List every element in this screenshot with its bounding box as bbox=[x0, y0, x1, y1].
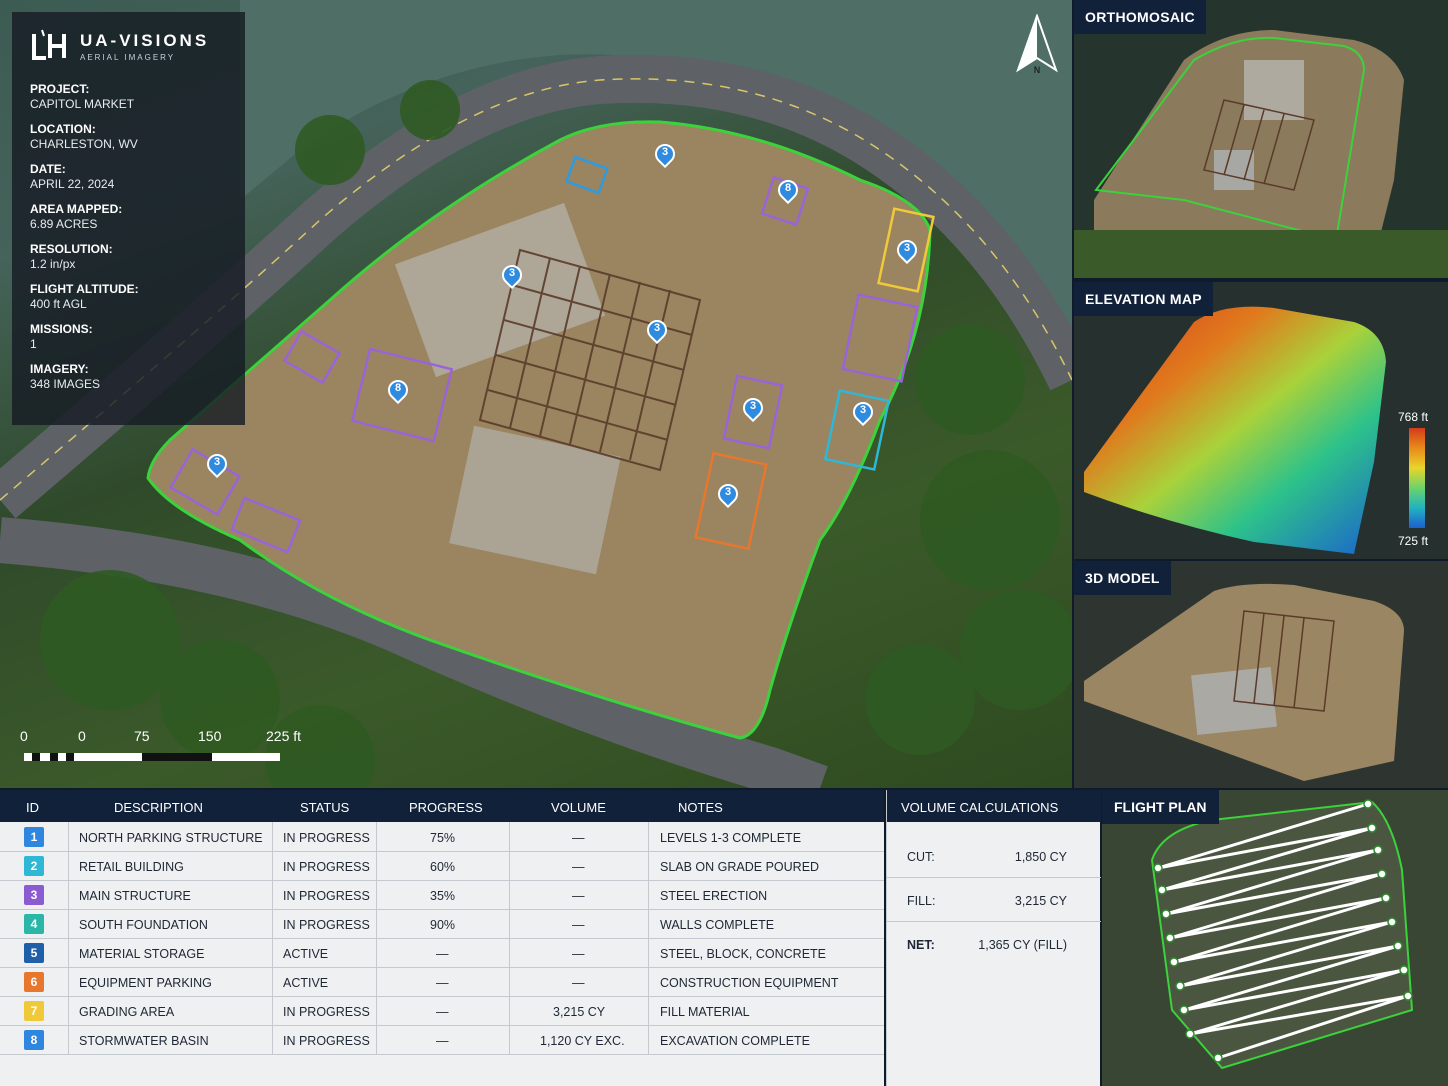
brand-name: UA-VISIONS bbox=[80, 30, 210, 50]
row-id-badge: 3 bbox=[24, 885, 44, 905]
info-resolution: RESOLUTION: 1.2 in/px bbox=[30, 242, 113, 271]
volume-net: NET: 1,365 CY (FILL) bbox=[907, 938, 1067, 952]
row-id-badge: 4 bbox=[24, 914, 44, 934]
volume-fill: FILL: 3,215 CY bbox=[887, 878, 1101, 922]
elevation-title: ELEVATION MAP bbox=[1074, 282, 1213, 316]
info-missions: MISSIONS: 1 bbox=[30, 322, 93, 351]
map-marker[interactable]: 3 bbox=[497, 260, 527, 291]
orthomosaic-panel[interactable]: ORTHOMOSAIC bbox=[1074, 0, 1448, 278]
map-marker[interactable]: 3 bbox=[892, 235, 922, 266]
row-id-badge: 2 bbox=[24, 856, 44, 876]
table-row[interactable]: 2 RETAIL BUILDING IN PROGRESS 60% — SLAB… bbox=[0, 852, 884, 881]
table-row[interactable]: 6 EQUIPMENT PARKING ACTIVE — — CONSTRUCT… bbox=[0, 968, 884, 997]
info-area: AREA MAPPED: 6.89 ACRES bbox=[30, 202, 123, 231]
svg-text:N: N bbox=[1034, 66, 1041, 76]
elevation-max-label: 768 ft bbox=[1398, 410, 1429, 424]
table-row[interactable]: 5 MATERIAL STORAGE ACTIVE — — STEEL, BLO… bbox=[0, 939, 884, 968]
logo-icon bbox=[30, 28, 70, 64]
volume-cut: CUT: 1,850 CY bbox=[887, 834, 1101, 878]
map-marker[interactable]: 3 bbox=[650, 139, 680, 170]
flight-plan-title: FLIGHT PLAN bbox=[1102, 790, 1219, 824]
table-row[interactable]: 7 GRADING AREA IN PROGRESS — 3,215 CY FI… bbox=[0, 997, 884, 1026]
flight-plan-panel[interactable]: FLIGHT PLAN bbox=[1102, 790, 1448, 1086]
map-marker[interactable]: 3 bbox=[202, 449, 232, 480]
map-marker[interactable]: 8 bbox=[383, 375, 413, 406]
map-marker[interactable]: 8 bbox=[773, 175, 803, 206]
row-id-badge: 6 bbox=[24, 972, 44, 992]
elevation-min-label: 725 ft bbox=[1398, 534, 1429, 548]
scale-bar: 0 0 75 150 225 ft bbox=[18, 728, 318, 768]
elevation-panel[interactable]: ELEVATION MAP bbox=[1074, 282, 1448, 559]
volume-title: VOLUME CALCULATIONS bbox=[887, 790, 1101, 822]
row-id-badge: 5 bbox=[24, 943, 44, 963]
volume-calculations-panel: VOLUME CALCULATIONS CUT: 1,850 CY FILL: 3,… bbox=[886, 790, 1101, 1086]
info-altitude: FLIGHT ALTITUDE: 400 ft AGL bbox=[30, 282, 139, 311]
table-row[interactable]: 3 MAIN STRUCTURE IN PROGRESS 35% — STEEL… bbox=[0, 881, 884, 910]
table-row[interactable]: 4 SOUTH FOUNDATION IN PROGRESS 90% — WAL… bbox=[0, 910, 884, 939]
row-id-badge: 1 bbox=[24, 827, 44, 847]
table-header: ID DESCRIPTION STATUS PROGRESS VOLUME NO… bbox=[0, 790, 884, 822]
info-location: LOCATION: CHARLESTON, WV bbox=[30, 122, 138, 151]
project-info-panel: UA-VISIONS AERIAL IMAGERY PROJECT: CAPITO… bbox=[12, 12, 245, 425]
elevation-view bbox=[1084, 306, 1386, 554]
survey-report: 3 8 3 3 3 8 3 3 3 3 UA-VISIONS AERIAL IM… bbox=[0, 0, 1448, 1086]
flight-plan-map bbox=[1102, 790, 1448, 1086]
model-view bbox=[1084, 583, 1404, 781]
info-imagery: IMAGERY: 348 IMAGES bbox=[30, 362, 101, 391]
orthomosaic-title: ORTHOMOSAIC bbox=[1074, 0, 1206, 34]
elevation-color-scale bbox=[1409, 428, 1425, 528]
info-project: PROJECT: CAPITOL MARKET bbox=[30, 82, 135, 111]
model-title: 3D MODEL bbox=[1074, 561, 1171, 595]
row-id-badge: 8 bbox=[24, 1030, 44, 1050]
map-marker[interactable]: 3 bbox=[848, 397, 878, 428]
row-id-badge: 7 bbox=[24, 1001, 44, 1021]
map-marker[interactable]: 3 bbox=[738, 393, 768, 424]
zones-table: ID DESCRIPTION STATUS PROGRESS VOLUME NO… bbox=[0, 790, 884, 1086]
map-marker[interactable]: 3 bbox=[642, 315, 672, 346]
aerial-map[interactable]: 3 8 3 3 3 8 3 3 3 3 UA-VISIONS AERIAL IM… bbox=[0, 0, 1072, 788]
info-date: DATE: APRIL 22, 2024 bbox=[30, 162, 115, 191]
north-arrow-icon: N bbox=[1012, 14, 1062, 76]
map-marker[interactable]: 3 bbox=[713, 479, 743, 510]
table-row[interactable]: 1 NORTH PARKING STRUCTURE IN PROGRESS 75… bbox=[0, 823, 884, 852]
orthomosaic-view bbox=[1074, 30, 1448, 278]
model-panel[interactable]: 3D MODEL bbox=[1074, 561, 1448, 788]
brand-tagline: AERIAL IMAGERY bbox=[80, 52, 176, 62]
brand-logo: UA-VISIONS AERIAL IMAGERY bbox=[30, 28, 227, 64]
table-row[interactable]: 8 STORMWATER BASIN IN PROGRESS — 1,120 C… bbox=[0, 1026, 884, 1055]
